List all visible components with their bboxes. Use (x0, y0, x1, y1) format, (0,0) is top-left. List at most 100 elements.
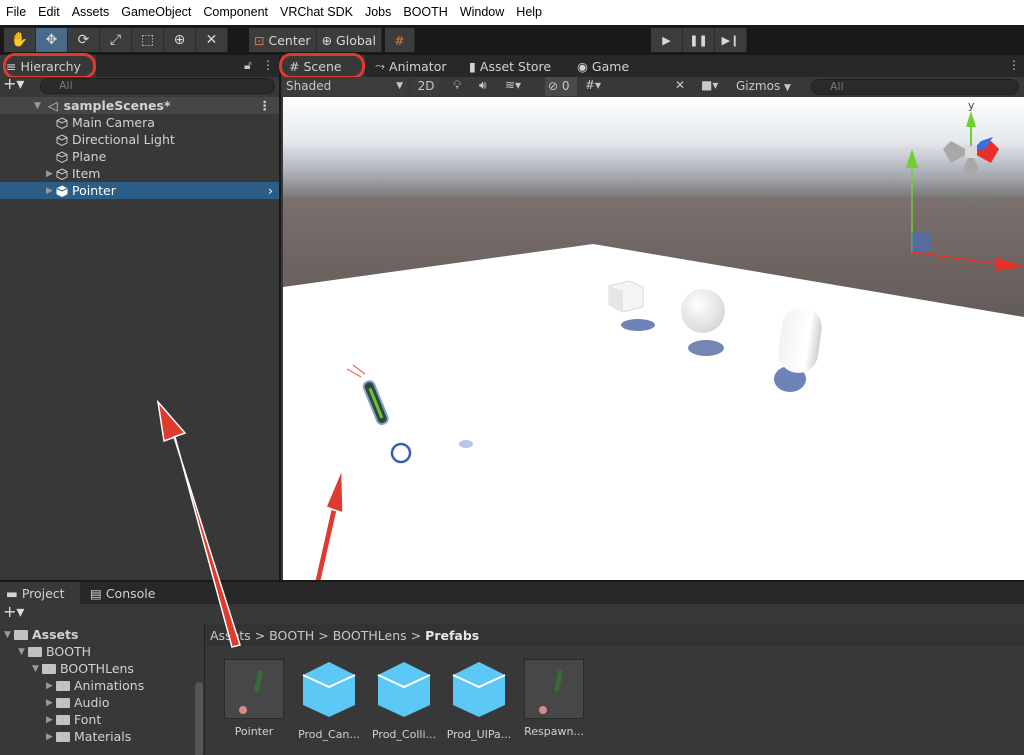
menu-item-assets[interactable]: Assets (66, 0, 116, 25)
sky (283, 97, 1024, 197)
hierarchy-item[interactable]: Plane (0, 148, 279, 165)
create-asset-icon[interactable]: +▾ (3, 602, 24, 621)
asset-label: Respawn... (524, 725, 584, 738)
asset-tile[interactable]: Respawn... (521, 659, 587, 738)
folder-tree-item[interactable]: ▶ Animations (0, 677, 144, 694)
folder-tree-item[interactable]: ▶ Audio (0, 694, 110, 711)
folder-tree-item[interactable]: ▼ BOOTH (0, 643, 91, 660)
folder-icon (14, 629, 28, 640)
expand-arrow-icon[interactable]: ▼ (34, 101, 44, 111)
menu-item-edit[interactable]: Edit (32, 0, 66, 25)
chevron-down-icon[interactable]: ▼ (32, 664, 42, 674)
unity-scene-icon: ◁ (48, 98, 58, 113)
expand-arrow-icon[interactable]: ▶ (46, 169, 56, 179)
breadcrumb-item[interactable]: Prefabs (425, 628, 479, 643)
folder-tree-label: BOOTH (46, 644, 92, 659)
tab-animator[interactable]: ⤳ Animator (369, 55, 453, 77)
hierarchy-search-input[interactable]: All (40, 78, 275, 94)
hierarchy-item[interactable]: ▶ Pointer › (0, 182, 279, 199)
asset-tile[interactable]: Pointer (221, 659, 287, 738)
chevron-right-icon[interactable]: ▶ (46, 732, 56, 742)
chevron-right-icon[interactable]: ▶ (46, 681, 56, 691)
step-button[interactable]: ▶❙ (715, 28, 747, 52)
menu-item-jobs[interactable]: Jobs (359, 0, 397, 25)
gizmos-dropdown[interactable]: Gizmos ▼ (733, 77, 803, 96)
sphere-object[interactable] (681, 289, 725, 333)
hierarchy-item[interactable]: Main Camera (0, 114, 279, 131)
asset-tile[interactable]: Prod_Colli... (371, 659, 437, 741)
scene-tools-icon[interactable]: ✕ (675, 78, 685, 92)
chevron-down-icon[interactable]: ▼ (18, 647, 28, 657)
tab-game[interactable]: ◉ Game (571, 55, 635, 77)
tree-scrollbar[interactable] (195, 682, 203, 755)
folder-tree-item[interactable]: ▼ Assets (0, 626, 78, 643)
respawn-marker[interactable] (390, 442, 412, 464)
menu-item-help[interactable]: Help (510, 0, 548, 25)
audio-toggle-icon[interactable]: 🔊︎ (479, 78, 487, 93)
tools-icon: ✕ (205, 32, 218, 48)
asset-tile[interactable]: Prod_Can... (296, 659, 362, 741)
chevron-right-icon[interactable]: ▶ (46, 715, 56, 725)
project-folder-tree: ▼ Assets ▼ BOOTH ▼ BOOTHLens ▶ Animations ▶ Audio… (0, 624, 205, 755)
lock-icon[interactable]: 🔓︎ (244, 58, 252, 73)
tab-asset-store[interactable]: ▮ Asset Store (463, 55, 557, 77)
folder-tree-item[interactable]: ▶ Materials (0, 728, 131, 745)
breadcrumb-separator-icon: > (254, 627, 266, 643)
lighting-toggle-icon[interactable]: 💡︎ (453, 78, 461, 93)
folder-icon (42, 663, 56, 674)
pivot-label: Center (268, 32, 311, 48)
rotate-tool-button[interactable]: ⟳ (68, 28, 100, 52)
menu-item-booth[interactable]: BOOTH (397, 0, 453, 25)
chevron-right-icon[interactable]: › (268, 183, 273, 198)
move-tool-button[interactable]: ✥ (36, 28, 68, 52)
main-toolbar: ✋ ✥ ⟳ ⤢ ⬚ ⊕ ✕ ⊡ Center ⊕ Global # ▶ ❚❚ ▶… (0, 25, 1024, 55)
chevron-down-icon[interactable]: ▼ (4, 630, 14, 640)
custom-tool-button[interactable]: ✕ (196, 28, 228, 52)
transform-tool-button[interactable]: ⊕ (164, 28, 196, 52)
step-icon: ▶❙ (721, 33, 740, 47)
more-menu-icon[interactable]: ⋮ (262, 58, 274, 72)
pause-button[interactable]: ❚❚ (683, 28, 715, 52)
prefab-cube-icon (302, 662, 356, 717)
camera-icon[interactable]: ■▾ (701, 78, 718, 92)
menu-item-component[interactable]: Component (197, 0, 274, 25)
tab-console[interactable]: ▤ Console (84, 582, 161, 604)
shading-mode-dropdown[interactable]: Shaded ▼ (283, 77, 407, 96)
add-icon[interactable]: +▾ (3, 74, 24, 93)
hand-tool-button[interactable]: ✋ (4, 28, 36, 52)
hierarchy-item[interactable]: Directional Light (0, 131, 279, 148)
chevron-right-icon[interactable]: ▶ (46, 698, 56, 708)
scale-tool-button[interactable]: ⤢ (100, 28, 132, 52)
breadcrumb-item[interactable]: Assets (210, 628, 251, 643)
grid-toggle-icon[interactable]: #▾ (585, 78, 601, 92)
scene-more-menu-icon[interactable]: ⋮ (1008, 58, 1020, 72)
scene-search-input[interactable]: All (811, 79, 1019, 95)
asset-tile[interactable]: Prod_UIPa... (446, 659, 512, 741)
folder-tree-item[interactable]: ▼ BOOTHLens (0, 660, 134, 677)
menu-item-vrchat-sdk[interactable]: VRChat SDK (274, 0, 359, 25)
toggle-2d-button[interactable]: 2D (413, 77, 439, 96)
tab-project[interactable]: ▬ Project (0, 582, 80, 604)
scene-menu-icon[interactable]: ⋮ (259, 98, 272, 113)
menu-item-gameobject[interactable]: GameObject (115, 0, 197, 25)
pivot-toggle-button[interactable]: ⊡ Center (249, 28, 317, 52)
effects-toggle-icon[interactable]: ≋▾ (505, 78, 521, 92)
folder-tree-item[interactable]: ▶ Font (0, 711, 101, 728)
menu-item-window[interactable]: Window (454, 0, 510, 25)
hierarchy-scene-row[interactable]: ▼ ◁ sampleScenes* ⋮ (0, 97, 279, 114)
scene-viewport[interactable]: y < Persp (283, 97, 1024, 580)
hierarchy-toolbar: +▾ All (0, 74, 279, 95)
breadcrumb-item[interactable]: BOOTH (269, 628, 314, 643)
grid-snap-button[interactable]: # (384, 28, 415, 52)
projection-label[interactable]: < Persp (949, 195, 996, 209)
menu-item-file[interactable]: File (0, 0, 32, 25)
play-button[interactable]: ▶ (651, 28, 683, 52)
hierarchy-item[interactable]: ▶ Item (0, 165, 279, 182)
expand-arrow-icon[interactable]: ▶ (46, 186, 56, 196)
breadcrumb-item[interactable]: BOOTHLens (333, 628, 407, 643)
hidden-objects-toggle[interactable]: ⊘ 0 (545, 77, 577, 96)
space-toggle-button[interactable]: ⊕ Global (316, 28, 382, 52)
gizmos-label: Gizmos (736, 79, 781, 93)
rect-tool-button[interactable]: ⬚ (132, 28, 164, 52)
cube-shadow (621, 319, 655, 331)
